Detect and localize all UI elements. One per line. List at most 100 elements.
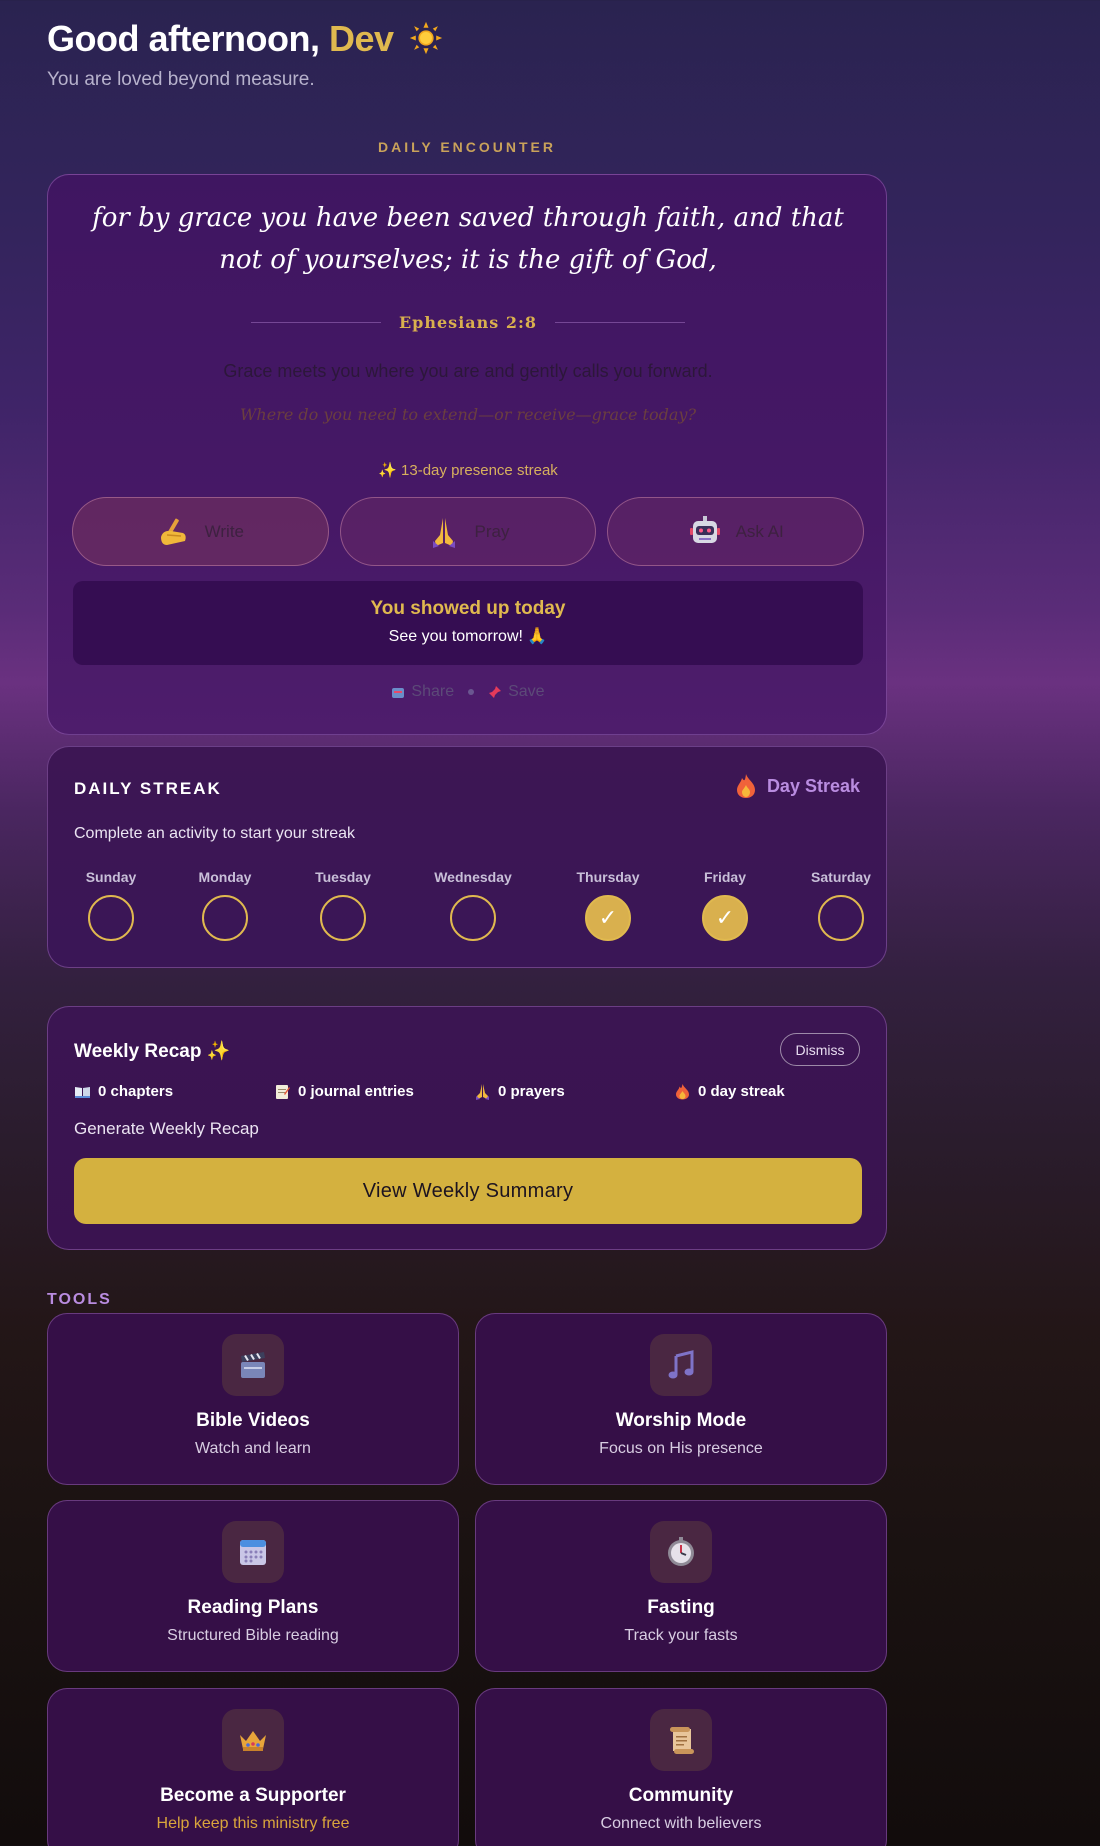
tool-icon-box [650, 1521, 712, 1583]
calendar-icon [240, 1540, 266, 1565]
writing-hand-icon [160, 518, 186, 545]
day-thursday: Thursday ✓ [548, 869, 668, 941]
praying-hands-icon [432, 517, 455, 548]
day-label: Sunday [85, 869, 137, 885]
recap-title: Weekly Recap ✨ [74, 1041, 231, 1062]
dismiss-button[interactable]: Dismiss [780, 1033, 860, 1066]
day-label: Monday [198, 869, 252, 885]
completion-subtitle: See you tomorrow! 🙏 [388, 628, 548, 645]
stat-text: 0 prayers [498, 1083, 565, 1100]
day-circle[interactable] [202, 895, 248, 941]
reflection-question: Where do you need to extend—or receive—g… [239, 405, 697, 424]
day-circle-checked[interactable]: ✓ [585, 895, 631, 941]
stat-prayers: 0 prayers [474, 1083, 565, 1100]
pin-icon [489, 686, 502, 698]
day-label: Tuesday [315, 869, 371, 885]
tool-fasting[interactable]: Fasting Track your fasts [475, 1500, 887, 1672]
music-note-icon [668, 1350, 694, 1379]
save-label: Save [508, 683, 545, 700]
sun-icon [409, 21, 443, 55]
view-weekly-summary-button[interactable]: View Weekly Summary [74, 1158, 862, 1224]
day-circle[interactable] [450, 895, 496, 941]
streak-subtitle: Complete an activity to start your strea… [74, 825, 355, 842]
tool-icon-box [222, 1709, 284, 1771]
stat-text: 0 chapters [98, 1083, 174, 1100]
tool-title: Worship Mode [615, 1410, 747, 1431]
day-saturday: Saturday [781, 869, 901, 941]
greeting-heading: Good afternoon, Dev [47, 18, 443, 60]
tool-title: Become a Supporter [160, 1785, 346, 1806]
day-streak-label: Day Streak [766, 775, 860, 796]
crown-icon [240, 1731, 266, 1751]
tool-bible-videos[interactable]: Bible Videos Watch and learn [47, 1313, 459, 1485]
share-label: Share [411, 683, 455, 700]
generate-recap-link[interactable]: Generate Weekly Recap [74, 1119, 259, 1139]
fire-icon [736, 774, 755, 798]
day-label: Wednesday [434, 869, 512, 885]
ask-ai-label: Ask AI [735, 521, 784, 541]
tool-reading-plans[interactable]: Reading Plans Structured Bible reading [47, 1500, 459, 1672]
daily-encounter-card: for by grace you have been saved through… [47, 174, 887, 735]
share-link[interactable]: Share [391, 683, 454, 701]
weekday-row: Sunday Monday Tuesday Wednesday Thursday… [48, 869, 888, 949]
tool-icon-box [650, 1334, 712, 1396]
tool-title: Bible Videos [196, 1410, 310, 1431]
daily-streak-card: DAILY STREAK Day Streak Complete an acti… [47, 746, 887, 968]
clapperboard-icon [241, 1352, 265, 1378]
action-buttons: Write Pray Ask AI [72, 497, 865, 566]
day-tuesday: Tuesday [283, 869, 403, 941]
divider [250, 322, 381, 323]
day-friday: Friday ✓ [665, 869, 785, 941]
tools-section-label: TOOLS [47, 1291, 112, 1308]
tool-icon-box [222, 1334, 284, 1396]
ask-ai-button[interactable]: Ask AI [607, 497, 865, 566]
tool-subtitle: Connect with believers [600, 1815, 762, 1832]
pray-label: Pray [474, 521, 510, 541]
write-label: Write [204, 521, 245, 541]
day-circle[interactable] [818, 895, 864, 941]
tool-icon-box [650, 1709, 712, 1771]
greeting-subtitle: You are loved beyond measure. [47, 69, 315, 90]
pray-button[interactable]: Pray [339, 497, 597, 566]
tool-subtitle: Track your fasts [624, 1627, 738, 1644]
completion-banner: You showed up today See you tomorrow! 🙏 [73, 581, 863, 665]
day-circle[interactable] [320, 895, 366, 941]
day-streak-badge: Day Streak [735, 773, 860, 799]
stat-text: 0 journal entries [298, 1083, 414, 1100]
day-label: Thursday [576, 869, 640, 885]
verse-reference-row: Ephesians 2:8 [48, 313, 888, 332]
stat-chapters: 0 chapters [74, 1083, 173, 1100]
day-circle[interactable] [88, 895, 134, 941]
praying-hands-icon [476, 1084, 489, 1100]
tool-community[interactable]: Community Connect with believers [475, 1688, 887, 1846]
separator-dot [468, 689, 475, 695]
daily-encounter-label: DAILY ENCOUNTER [377, 139, 557, 155]
greeting-text: Good afternoon, [47, 18, 320, 59]
completion-title: You showed up today [370, 598, 566, 619]
recap-stats: 0 chapters 0 journal entries 0 prayers 0… [74, 1083, 874, 1107]
user-name: Dev [328, 18, 394, 59]
tool-become-supporter[interactable]: Become a Supporter Help keep this minist… [47, 1688, 459, 1846]
memo-icon [276, 1085, 290, 1099]
write-button[interactable]: Write [72, 497, 329, 566]
tool-subtitle: Structured Bible reading [167, 1627, 339, 1644]
reflection-text: Grace meets you where you are and gently… [223, 361, 713, 381]
day-sunday: Sunday [51, 869, 171, 941]
stat-streak: 0 day streak [674, 1083, 785, 1100]
fire-icon [676, 1084, 689, 1100]
day-label: Saturday [811, 869, 871, 885]
day-monday: Monday [165, 869, 285, 941]
day-wednesday: Wednesday [413, 869, 533, 941]
tool-subtitle: Focus on His presence [599, 1440, 763, 1457]
tool-worship-mode[interactable]: Worship Mode Focus on His presence [475, 1313, 887, 1485]
stat-text: 0 day streak [698, 1083, 785, 1100]
tool-subtitle: Help keep this ministry free [156, 1815, 350, 1832]
save-link[interactable]: Save [488, 683, 545, 701]
day-circle-checked[interactable]: ✓ [702, 895, 748, 941]
open-book-icon [75, 1087, 90, 1098]
presence-streak-note: ✨ 13-day presence streak [378, 462, 558, 479]
tool-subtitle: Watch and learn [195, 1440, 311, 1457]
streak-title: DAILY STREAK [74, 779, 222, 798]
day-label: Friday [703, 869, 746, 885]
tool-title: Fasting [647, 1597, 715, 1618]
